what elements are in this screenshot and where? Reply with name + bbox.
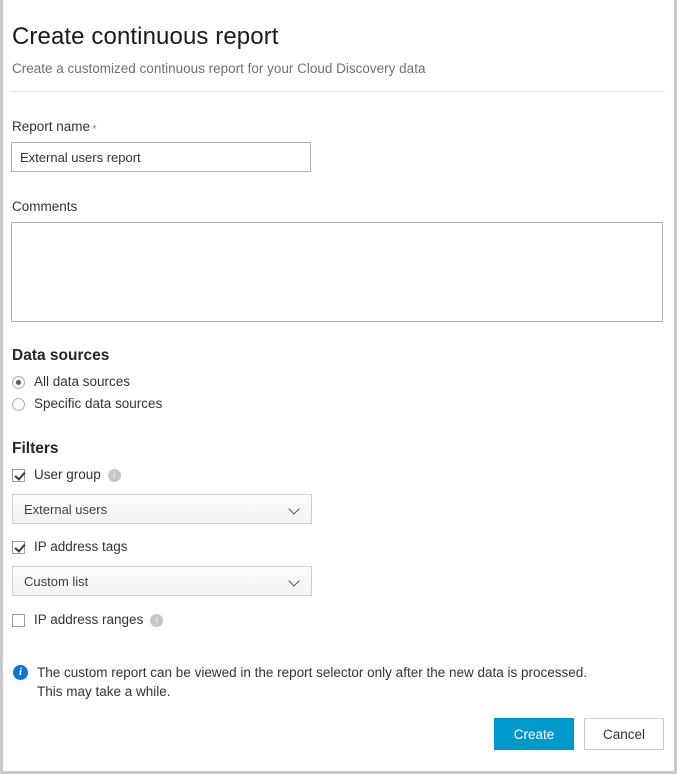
- info-note-text: The custom report can be viewed in the r…: [37, 663, 597, 701]
- info-icon-user-group[interactable]: i: [108, 469, 121, 482]
- chevron-down-icon-ip-address-tags[interactable]: [290, 577, 299, 586]
- checkbox-ip-address-ranges[interactable]: [12, 614, 25, 627]
- checkbox-user-group[interactable]: [12, 469, 25, 482]
- page-title: Create continuous report: [8, 0, 668, 52]
- checkbox-row-ip-address-ranges[interactable]: IP address ranges i: [12, 609, 665, 631]
- comments-textarea[interactable]: [11, 222, 663, 322]
- radio-option-all-data-sources[interactable]: All data sources: [12, 371, 665, 393]
- info-note: i The custom report can be viewed in the…: [13, 663, 665, 701]
- form-area: Report name* Comments Data sources All d…: [8, 118, 668, 701]
- data-sources-heading: Data sources: [12, 346, 665, 366]
- checkbox-row-ip-address-tags[interactable]: IP address tags: [12, 536, 665, 558]
- page-subtitle: Create a customized continuous report fo…: [8, 52, 668, 78]
- radio-all-data-sources-icon[interactable]: [12, 376, 25, 389]
- dialog-footer: Create Cancel: [8, 718, 668, 750]
- radio-all-data-sources-label: All data sources: [34, 373, 130, 391]
- select-user-group[interactable]: External users: [12, 494, 312, 524]
- cancel-button[interactable]: Cancel: [584, 718, 664, 750]
- dialog-inner: Create continuous report Create a custom…: [8, 0, 668, 771]
- info-icon-ip-address-ranges[interactable]: i: [150, 614, 163, 627]
- create-continuous-report-dialog: Create continuous report Create a custom…: [0, 0, 677, 774]
- report-name-label-text: Report name: [12, 119, 90, 134]
- info-circle-icon: i: [13, 665, 28, 680]
- select-ip-address-tags-value: Custom list: [13, 574, 88, 589]
- comments-label: Comments: [12, 198, 665, 216]
- checkbox-user-group-label: User group: [34, 466, 101, 484]
- select-user-group-value: External users: [13, 502, 107, 517]
- dialog-header: Create continuous report Create a custom…: [8, 0, 668, 92]
- checkbox-ip-address-tags[interactable]: [12, 541, 25, 554]
- required-asterisk: *: [92, 122, 97, 136]
- select-ip-address-tags[interactable]: Custom list: [12, 566, 312, 596]
- report-name-input[interactable]: [11, 142, 311, 172]
- create-button[interactable]: Create: [494, 718, 574, 750]
- checkbox-ip-address-ranges-label: IP address ranges: [34, 611, 143, 629]
- header-divider: [11, 91, 665, 92]
- radio-option-specific-data-sources[interactable]: Specific data sources: [12, 393, 665, 415]
- radio-specific-data-sources-label: Specific data sources: [34, 395, 162, 413]
- report-name-label: Report name*: [12, 118, 665, 136]
- checkbox-row-user-group[interactable]: User group i: [12, 464, 665, 486]
- checkbox-ip-address-tags-label: IP address tags: [34, 538, 128, 556]
- radio-specific-data-sources-icon[interactable]: [12, 398, 25, 411]
- chevron-down-icon-user-group[interactable]: [290, 505, 299, 514]
- filters-heading: Filters: [12, 439, 665, 459]
